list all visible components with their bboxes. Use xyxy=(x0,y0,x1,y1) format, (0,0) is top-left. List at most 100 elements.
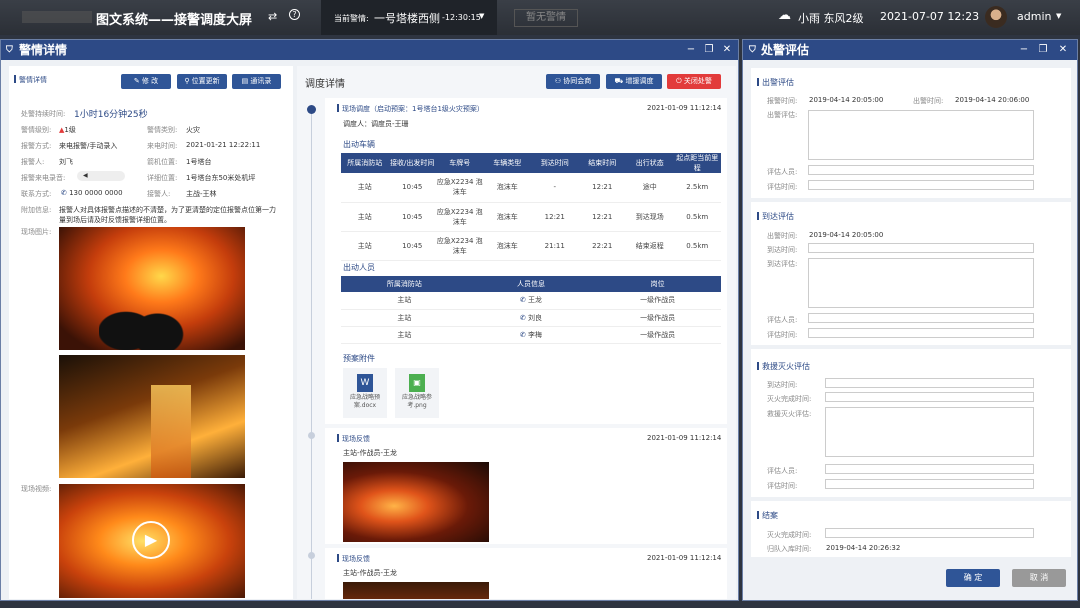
logo xyxy=(22,11,92,23)
cloud-icon: ☁ xyxy=(778,8,791,23)
chevron-down-icon[interactable]: ▼ xyxy=(1056,12,1061,20)
vehicle-table-header: 车牌号 xyxy=(436,153,484,173)
scene-photo-building[interactable] xyxy=(59,355,245,478)
reporter-label: 报警人: xyxy=(21,158,45,166)
close-incident-button[interactable]: ⏻ 关闭处警 xyxy=(667,74,721,89)
edit-button[interactable]: ✎ 修 改 xyxy=(121,74,171,89)
table-cell: 12:21 xyxy=(531,202,579,232)
arrive-time-input[interactable] xyxy=(808,243,1034,253)
table-cell: 结束返程 xyxy=(626,231,674,261)
detail-panel: 警情详情 ✎ 修 改 ⚲ 位置更新 ▤ 通讯录 处警持续时间: 1小时16分钟2… xyxy=(9,66,293,599)
phone-icon: ✆ xyxy=(519,296,529,305)
confirm-button[interactable]: 确 定 xyxy=(946,569,1000,587)
maximize-icon[interactable]: ❐ xyxy=(703,44,715,56)
avatar[interactable] xyxy=(985,6,1007,28)
eval-time-input[interactable] xyxy=(808,180,1034,190)
eval-time-input[interactable] xyxy=(808,328,1034,338)
table-row: 主站 10:45 应急X2234 泡沫车 泡沫车 -12:21 途中 2.5km xyxy=(341,173,721,203)
personnel-table-header: 人员信息 xyxy=(467,276,595,292)
done-time-input[interactable] xyxy=(825,528,1034,538)
vehicle-table: 所属消防站 接收/出发时间 车牌号 车辆类型 到达时间 结束时间 出行状态 起点距当前里程 主站… xyxy=(341,153,721,261)
table-cell: 一级作战员 xyxy=(594,326,721,344)
vehicle-table-header: 车辆类型 xyxy=(483,153,531,173)
entry-time: 2021-01-09 11:12:14 xyxy=(647,434,722,442)
chevron-down-icon: ▼ xyxy=(479,12,485,20)
eval-time-label: 评估时间: xyxy=(767,183,798,191)
attachment-docx[interactable]: W 应急战略预案.docx xyxy=(343,368,387,418)
rescue-eval-section: 救援灭火评估 到达时间: 灭火完成时间: 救援灭火评估: 评估人员: 评估时间: xyxy=(751,349,1071,497)
arrive-eval-textarea[interactable] xyxy=(808,258,1034,308)
people-icon: ⚇ xyxy=(554,77,564,85)
close-icon[interactable]: ✕ xyxy=(1057,44,1069,56)
timeline-dot xyxy=(308,432,315,439)
user-name[interactable]: admin xyxy=(1017,10,1051,23)
close-icon[interactable]: ✕ xyxy=(721,44,733,56)
arrive-time-input[interactable] xyxy=(825,378,1034,388)
play-button-icon[interactable]: ▶ xyxy=(132,521,170,559)
building-shape xyxy=(151,385,191,478)
consult-button[interactable]: ⚇ 协同会商 xyxy=(546,74,600,89)
attachment-png[interactable]: ▣ 应急战略参考.png xyxy=(395,368,439,418)
table-cell: 0.5km xyxy=(673,202,721,232)
alarm-time-value: 2019-04-14 20:05:00 xyxy=(809,96,884,104)
timeline-dot xyxy=(308,552,315,559)
table-cell: 一级作战员 xyxy=(594,292,721,310)
switch-icon[interactable]: ⇄ xyxy=(268,10,277,23)
evaluator-input[interactable] xyxy=(825,464,1034,474)
detail-location-label: 详细位置: xyxy=(147,174,178,182)
cancel-button[interactable]: 取 消 xyxy=(1012,569,1066,587)
category-value: 火灾 xyxy=(186,126,200,134)
vehicle-table-header: 起点距当前里程 xyxy=(673,153,721,173)
minimize-icon[interactable]: − xyxy=(1018,44,1030,56)
dispatch-time-label: 出警时间: xyxy=(767,232,798,240)
detail-section-title: 警情详情 xyxy=(14,75,47,85)
person-name: 刘良 xyxy=(528,313,543,322)
feedback-photo[interactable] xyxy=(343,462,489,542)
eval-label: 出警评估: xyxy=(767,111,798,119)
table-cell: 到达现场 xyxy=(626,202,674,232)
scene-photo-firefighters[interactable] xyxy=(59,227,245,350)
incident-detail-window: ⛉ 警情详情 − ❐ ✕ 警情详情 ✎ 修 改 ⚲ 位置更新 ▤ 通讯录 处警持… xyxy=(0,39,739,601)
current-alert-time: -12:30:15 xyxy=(442,13,481,22)
table-cell: 主站 xyxy=(341,202,389,232)
return-time-label: 归队入库时间: xyxy=(767,545,812,553)
update-location-button[interactable]: ⚲ 位置更新 xyxy=(177,74,227,89)
no-alert-button[interactable]: 暂无警情 xyxy=(514,9,578,27)
dispatch-eval-textarea[interactable] xyxy=(808,110,1034,160)
evaluator-input[interactable] xyxy=(808,313,1034,323)
play-icon[interactable]: ◀ xyxy=(83,172,88,179)
location-icon: ⚲ xyxy=(184,77,192,85)
recording-label: 报警来电录音: xyxy=(21,174,66,182)
device-location-label: 箭机位置: xyxy=(147,158,178,166)
contacts-button[interactable]: ▤ 通讯录 xyxy=(232,74,281,89)
table-cell: 主站 xyxy=(341,292,468,310)
table-row: 主站 10:45 应急X2234 泡沫车 泡沫车 12:21 12:21 到达现场 0.5km xyxy=(341,202,721,232)
eval-time-input[interactable] xyxy=(825,479,1034,489)
table-cell: 10:45 xyxy=(388,173,436,203)
vehicle-table-header: 到达时间 xyxy=(531,153,579,173)
table-cell: 22:21 xyxy=(578,231,626,261)
maximize-icon[interactable]: ❐ xyxy=(1037,44,1049,56)
vehicle-table-header: 接收/出发时间 xyxy=(388,153,436,173)
feedback-photo[interactable] xyxy=(343,582,489,599)
personnel-section-title: 出动人员 xyxy=(343,263,375,272)
video-label: 现场视频: xyxy=(21,485,52,493)
done-time-input[interactable] xyxy=(825,392,1034,402)
minimize-icon[interactable]: − xyxy=(685,44,697,56)
evaluator-input[interactable] xyxy=(808,165,1034,175)
scene-video[interactable]: ▶ xyxy=(59,484,245,598)
table-cell: 主站 xyxy=(341,326,468,344)
dispatcher: 调度人：调度员-王珊 xyxy=(343,120,409,128)
reinforce-button[interactable]: ⛟ 增援调度 xyxy=(606,74,662,89)
help-icon[interactable]: ? xyxy=(289,9,300,20)
current-alert-selector[interactable]: 当前警情: 一号塔楼西侧 -12:30:15 ▼ xyxy=(321,0,497,35)
audio-player[interactable]: ◀ xyxy=(77,171,125,181)
table-cell: 2.5km xyxy=(673,173,721,203)
device-location-value: 1号塔台 xyxy=(186,158,212,166)
table-cell: 主站 xyxy=(341,309,468,327)
section-title: 救援灭火评估 xyxy=(757,361,810,372)
vehicle-section-title: 出动车辆 xyxy=(343,140,375,149)
feedback-person: 主站-作战员-王龙 xyxy=(343,569,398,577)
rescue-eval-textarea[interactable] xyxy=(825,407,1034,457)
entry-title: 现场调度（启动预案：1号塔台1级火灾预案） xyxy=(337,104,484,114)
